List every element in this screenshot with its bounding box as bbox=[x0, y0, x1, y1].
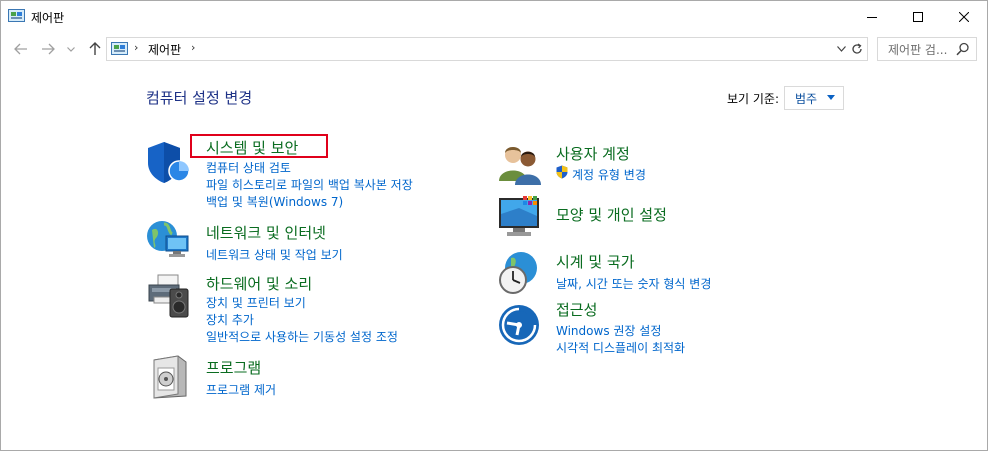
network-globe-icon bbox=[147, 221, 189, 257]
search-input[interactable]: 제어판 검... bbox=[877, 37, 977, 61]
page-title: 컴퓨터 설정 변경 bbox=[146, 89, 253, 107]
link-date-time-number-format[interactable]: 날짜, 시간 또는 숫자 형식 변경 bbox=[556, 275, 711, 292]
close-icon bbox=[959, 11, 969, 22]
arrow-up-icon bbox=[89, 42, 101, 55]
chevron-down-icon bbox=[67, 46, 75, 52]
search-icon bbox=[956, 42, 969, 56]
forward-button[interactable] bbox=[37, 39, 59, 59]
chevron-down-icon bbox=[836, 46, 846, 52]
close-button[interactable] bbox=[941, 1, 987, 32]
user-accounts-icon bbox=[499, 147, 541, 185]
arrow-right-icon bbox=[42, 43, 55, 55]
breadcrumb-separator[interactable]: › bbox=[191, 41, 195, 54]
programs-box-icon bbox=[153, 355, 187, 399]
appearance-monitor-icon bbox=[499, 196, 539, 236]
link-network-status-tasks[interactable]: 네트워크 상태 및 작업 보기 bbox=[206, 246, 343, 263]
link-uninstall-program[interactable]: 프로그램 제거 bbox=[206, 381, 276, 398]
maximize-icon bbox=[913, 11, 923, 22]
clock-globe-icon bbox=[499, 252, 537, 294]
link-review-computer-status[interactable]: 컴퓨터 상태 검토 bbox=[206, 159, 291, 176]
category-title-user-accounts[interactable]: 사용자 계정 bbox=[556, 143, 630, 164]
control-panel-icon bbox=[111, 42, 128, 55]
ease-of-access-icon bbox=[499, 305, 539, 345]
category-title-programs[interactable]: 프로그램 bbox=[206, 357, 261, 378]
dropdown-arrow-icon bbox=[827, 95, 835, 100]
breadcrumb-control-panel[interactable]: 제어판 bbox=[148, 41, 181, 58]
category-title-hardware-sound[interactable]: 하드웨어 및 소리 bbox=[206, 273, 312, 294]
minimize-icon bbox=[867, 16, 877, 18]
view-by-dropdown[interactable]: 범주 bbox=[784, 86, 844, 110]
link-backup-restore[interactable]: 백업 및 복원(Windows 7) bbox=[206, 193, 343, 210]
title-bar: 제어판 bbox=[1, 1, 987, 32]
recent-locations-button[interactable] bbox=[64, 39, 78, 59]
link-mobility-settings[interactable]: 일반적으로 사용하는 기동성 설정 조정 bbox=[206, 328, 398, 345]
refresh-button[interactable] bbox=[847, 37, 868, 61]
minimize-button[interactable] bbox=[849, 1, 895, 32]
window-title: 제어판 bbox=[31, 11, 65, 25]
category-title-network-internet[interactable]: 네트워크 및 인터넷 bbox=[206, 222, 326, 243]
link-add-device[interactable]: 장치 추가 bbox=[206, 311, 254, 328]
category-title-ease-of-access[interactable]: 접근성 bbox=[556, 299, 597, 320]
link-optimize-visual-display[interactable]: 시각적 디스플레이 최적화 bbox=[556, 339, 685, 356]
refresh-icon bbox=[852, 43, 862, 54]
link-change-account-type[interactable]: 계정 유형 변경 bbox=[572, 166, 646, 183]
maximize-button[interactable] bbox=[895, 1, 941, 32]
breadcrumb-separator[interactable]: › bbox=[134, 41, 138, 54]
link-windows-recommended-settings[interactable]: Windows 권장 설정 bbox=[556, 322, 661, 339]
category-title-appearance-personalization[interactable]: 모양 및 개인 설정 bbox=[556, 204, 667, 225]
category-title-clock-region[interactable]: 시계 및 국가 bbox=[556, 251, 635, 272]
link-devices-printers[interactable]: 장치 및 프린터 보기 bbox=[206, 294, 306, 311]
up-button[interactable] bbox=[84, 39, 106, 59]
control-panel-window: 제어판 › 제어판 › 제어판 검... 컴퓨터 설정 변경 보기 기준: 범주… bbox=[0, 0, 988, 451]
address-bar[interactable]: › 제어판 › bbox=[106, 37, 848, 61]
arrow-left-icon bbox=[14, 43, 27, 55]
back-button[interactable] bbox=[10, 39, 32, 59]
address-dropdown-button[interactable] bbox=[835, 42, 847, 56]
category-title-system-security[interactable]: 시스템 및 보안 bbox=[206, 137, 298, 158]
search-placeholder: 제어판 검... bbox=[888, 43, 948, 57]
view-by-label: 보기 기준: bbox=[727, 92, 780, 106]
printer-speaker-icon bbox=[148, 274, 189, 318]
link-file-history-backup[interactable]: 파일 히스토리로 파일의 백업 복사본 저장 bbox=[206, 176, 413, 193]
control-panel-icon bbox=[8, 9, 25, 22]
security-shield-icon bbox=[148, 142, 190, 183]
uac-shield-icon bbox=[556, 165, 568, 179]
view-by-value: 범주 bbox=[795, 92, 818, 106]
